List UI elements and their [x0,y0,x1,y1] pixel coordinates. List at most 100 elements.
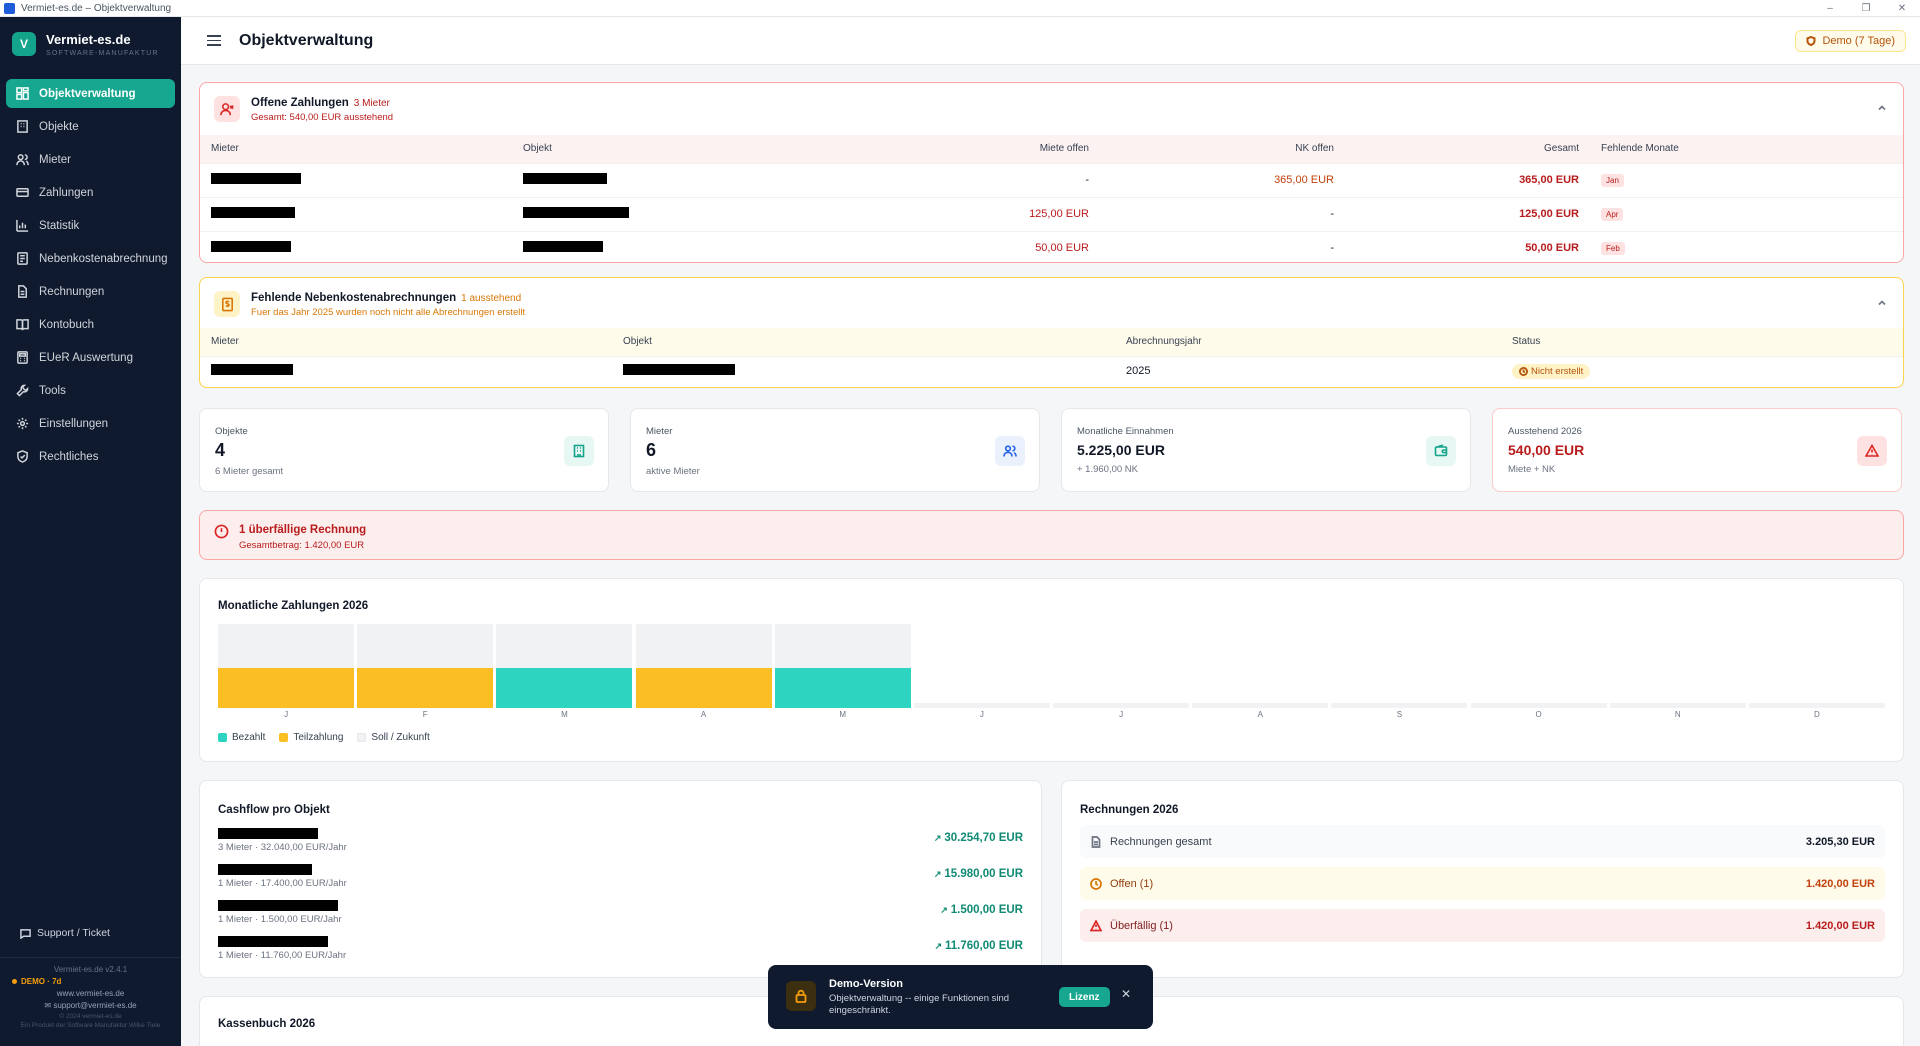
chart-bar[interactable]: A [635,624,772,719]
invoices-overdue-row[interactable]: Überfällig (1) 1.420,00 EUR [1080,909,1885,942]
sidebar-item-rechtliches[interactable]: Rechtliches [6,442,175,471]
cashflow-row[interactable]: 3 Mieter · 32.040,00 EUR/Jahr 30.254,70 … [218,826,1023,860]
product-line: Ein Produkt der Software Manufaktur Wilk… [20,1022,161,1029]
invoices-title: Rechnungen 2026 [1080,804,1179,816]
lock-icon [786,981,816,1011]
close-window-button[interactable]: ✕ [1884,0,1920,17]
demo-badge[interactable]: Demo (7 Tage) [1795,30,1906,52]
chevron-up-icon[interactable] [1877,102,1887,112]
chart-bar[interactable]: M [496,624,633,719]
chevron-up-icon[interactable] [1877,297,1887,307]
sidebar-item-mieter[interactable]: Mieter [6,145,175,174]
sidebar-item-nebenkostenabrechnung[interactable]: Nebenkostenabrechnung [6,244,175,273]
chart-bar-target [1748,703,1885,708]
chart-tick-label: M [561,710,568,719]
demo-indicator: DEMO · 7d [0,976,181,988]
cashflow-title: Cashflow pro Objekt [218,804,330,816]
chart-bar[interactable]: D [1748,624,1885,719]
redacted-property [523,207,629,218]
chart-tick-label: M [839,710,847,719]
legend-swatch [279,733,289,742]
sidebar-item-objektverwaltung[interactable]: Objektverwaltung [6,79,175,108]
support-ticket-link[interactable]: Support / Ticket [20,927,110,939]
chart-bar[interactable]: J [1053,624,1190,719]
sidebar-item-zahlungen[interactable]: Zahlungen [6,178,175,207]
miete-offen-cell: 50,00 EUR [812,230,1100,265]
missing-nk-header[interactable]: Fehlende Nebenkostenabrechnungen 1 ausste… [200,278,1903,330]
stat-card-monatliche-einnahmen[interactable]: Monatliche Einnahmen 5.225,00 EUR + 1.96… [1061,408,1471,492]
shield-icon [1806,36,1816,46]
cashflow-sub: 3 Mieter · 32.040,00 EUR/Jahr [218,842,347,853]
table-row[interactable]: 125,00 EUR - 125,00 EUR Apr [200,196,1903,231]
table-row[interactable]: 2025 Nicht erstellt [200,355,1903,386]
support-email-link[interactable]: ✉ support@vermiet-es.de [0,1000,181,1012]
missing-month-badge: Feb [1601,241,1625,255]
sidebar-item-kontobuch[interactable]: Kontobuch [6,310,175,339]
stat-value: 540,00 EUR [1508,442,1585,458]
menu-toggle-icon[interactable] [207,32,221,49]
sidebar-footer: Vermiet-es.de v2.4.1 DEMO · 7d www.vermi… [0,957,181,1030]
sidebar-item-einstellungen[interactable]: Einstellungen [6,409,175,438]
chart-bar[interactable]: J [218,624,355,719]
alert-subtitle: Gesamtbetrag: 1.420,00 EUR [239,540,365,551]
license-button[interactable]: Lizenz [1059,987,1110,1007]
close-icon[interactable]: ✕ [1121,987,1131,1001]
invoices-total-row[interactable]: Rechnungen gesamt 3.205,30 EUR [1080,825,1885,858]
kassenbuch-title: Kassenbuch 2026 [218,1018,316,1030]
chart-bar[interactable]: M [774,624,911,719]
sidebar-item-euer-auswertung[interactable]: EUeR Auswertung [6,343,175,372]
website-link[interactable]: www.vermiet-es.de [0,988,181,1000]
chart-bar[interactable]: S [1331,624,1468,719]
stat-label: Objekte [215,426,248,437]
cashflow-row[interactable]: 1 Mieter · 1.500,00 EUR/Jahr 1.500,00 EU… [218,898,1023,932]
cashflow-value: 30.254,70 EUR [934,832,1023,844]
cashflow-row[interactable]: 1 Mieter · 11.760,00 EUR/Jahr 11.760,00 … [218,934,1023,968]
chart-bar[interactable]: F [357,624,494,719]
cashflow-row[interactable]: 1 Mieter · 17.400,00 EUR/Jahr 15.980,00 … [218,862,1023,896]
chart-bar[interactable]: A [1192,624,1329,719]
stat-card-mieter[interactable]: Mieter 6 aktive Mieter [630,408,1040,492]
sidebar-item-rechnungen[interactable]: Rechnungen [6,277,175,306]
stat-card-objekte[interactable]: Objekte 4 6 Mieter gesamt [199,408,609,492]
nk-offen-cell: 365,00 EUR [1100,162,1345,197]
brand[interactable]: V Vermiet-es.de SOFTWARE-MANUFAKTUR [0,17,181,59]
cashflow-value: 11.760,00 EUR [934,940,1023,952]
redacted-property [623,364,735,376]
monthly-payments-chart: Monatliche Zahlungen 2026 J F M A M J J A S O N D B… [199,578,1904,762]
chart-legend: Bezahlt Teilzahlung Soll / Zukunft [218,732,444,743]
open-payments-header[interactable]: Offene Zahlungen 3 Mieter Gesamt: 540,00 … [200,83,1903,135]
table-row[interactable]: 50,00 EUR - 50,00 EUR Feb [200,230,1903,265]
page-header: Objektverwaltung Demo (7 Tage) [181,17,1920,65]
redacted-property [218,864,312,875]
chart-tick-label: N [1674,710,1681,719]
redacted-property [523,241,603,253]
missing-nk-panel: Fehlende Nebenkostenabrechnungen 1 ausste… [199,277,1904,388]
cashflow-sub: 1 Mieter · 17.400,00 EUR/Jahr [218,878,347,889]
window-title: Vermiet-es.de – Objektverwaltung [21,2,172,14]
chart-bar-target [1053,703,1190,708]
sidebar-item-objekte[interactable]: Objekte [6,112,175,141]
sidebar-item-label: Objekte [39,120,79,133]
minimize-button[interactable]: – [1812,0,1848,17]
overdue-invoice-alert[interactable]: 1 überfällige Rechnung Gesamtbetrag: 1.4… [199,510,1904,560]
sidebar-item-tools[interactable]: Tools [6,376,175,405]
chart-tick-label: D [1814,710,1820,719]
invoices-open-row[interactable]: Offen (1) 1.420,00 EUR [1080,867,1885,900]
chart-plot-area: JFMAMJJASOND [218,624,1885,719]
chart-bar-target [1470,703,1607,708]
chart-bar-target [1331,703,1468,708]
maximize-button[interactable]: ❐ [1848,0,1884,17]
invoices-total-value: 3.205,30 EUR [1805,835,1875,848]
chart-bar[interactable]: O [1470,624,1607,719]
table-row[interactable]: - 365,00 EUR 365,00 EUR Jan [200,162,1903,197]
clock-icon [1519,366,1528,376]
stat-card-ausstehend[interactable]: Ausstehend 2026 540,00 EUR Miete + NK [1492,408,1902,492]
chart-bar[interactable]: J [913,624,1050,719]
col-status: Status [1512,336,1541,348]
chart-bar[interactable]: N [1609,624,1746,719]
miete-offen-cell: 125,00 EUR [812,196,1100,231]
bar-chart-icon [15,219,29,233]
sidebar-item-statistik[interactable]: Statistik [6,211,175,240]
stat-hint: 6 Mieter gesamt [215,466,284,477]
col-nk-offen: NK offen [1295,143,1334,155]
